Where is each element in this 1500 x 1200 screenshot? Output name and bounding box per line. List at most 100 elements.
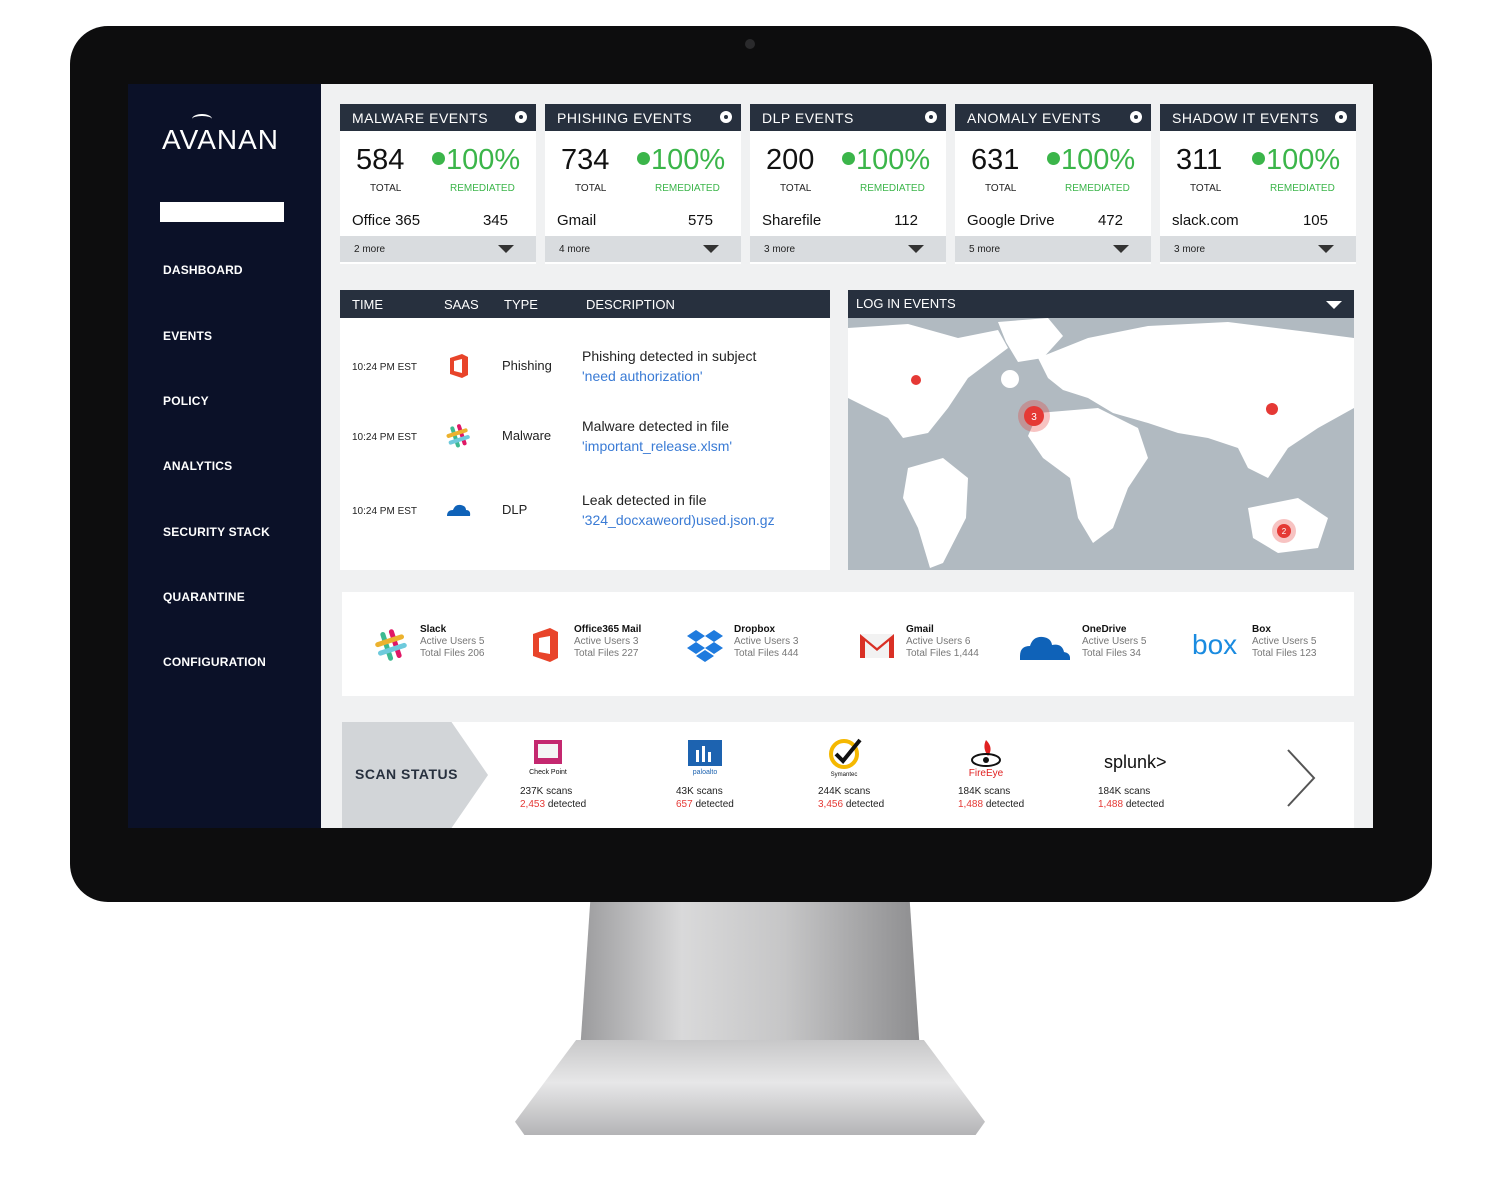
top-app-count: 112 <box>894 212 918 229</box>
world-map[interactable]: 3 2 <box>848 318 1354 570</box>
login-marker[interactable] <box>911 375 921 385</box>
check-icon <box>637 152 650 165</box>
event-time: 10:24 PM EST <box>352 362 418 373</box>
anomaly-events-card: ANOMALY EVENTS 631 TOTAL 100% REMEDIATED… <box>955 104 1151 264</box>
vendor-detected: 657 detected <box>676 799 734 810</box>
gear-icon[interactable] <box>925 111 937 123</box>
remediated-label: REMEDIATED <box>860 183 925 194</box>
login-events-map: LOG IN EVENTS 3 2 <box>848 290 1354 570</box>
vendor-symantec[interactable]: Symantec 244K scans 3,456 detected <box>818 738 938 818</box>
remediated-percent: 100% <box>856 144 931 176</box>
slack-icon <box>375 629 407 661</box>
event-file-link[interactable]: '324_docxaweord)used.json.gz <box>582 512 775 528</box>
gear-icon[interactable] <box>515 111 527 123</box>
more-dropdown[interactable]: 5 more <box>955 236 1151 262</box>
nav-configuration[interactable]: CONFIGURATION <box>163 655 266 669</box>
more-dropdown[interactable]: 4 more <box>545 236 741 262</box>
chevron-down-icon <box>1318 245 1334 253</box>
gear-icon[interactable] <box>1335 111 1347 123</box>
app-total-files: Total Files 34 <box>1082 648 1141 659</box>
app-total-files: Total Files 444 <box>734 648 799 659</box>
nav-policy[interactable]: POLICY <box>163 394 209 408</box>
nav-dashboard[interactable]: DASHBOARD <box>163 263 243 277</box>
remediated-label: REMEDIATED <box>450 183 515 194</box>
camera-dot <box>745 39 755 49</box>
chevron-right-icon[interactable] <box>1280 748 1320 808</box>
vendor-scans: 43K scans <box>676 786 723 797</box>
onedrive-icon <box>447 504 471 516</box>
event-type: DLP <box>502 502 528 517</box>
event-file-link[interactable]: 'need authorization' <box>582 368 703 384</box>
event-file-link[interactable]: 'important_release.xlsm' <box>582 438 732 454</box>
col-time[interactable]: TIME <box>352 297 383 312</box>
vendor-scans: 237K scans <box>520 786 573 797</box>
col-description[interactable]: DESCRIPTION <box>586 297 675 312</box>
event-description: Leak detected in file <box>582 492 707 508</box>
dropbox-icon <box>687 630 723 662</box>
app-slack[interactable]: Slack Active Users 5 Total Files 206 <box>372 622 532 670</box>
app-gmail[interactable]: Gmail Active Users 6 Total Files 1,444 <box>858 622 1018 670</box>
continent-south-america <box>903 458 968 568</box>
more-dropdown[interactable]: 3 more <box>1160 236 1356 262</box>
app-name: Slack <box>420 624 447 635</box>
col-type[interactable]: TYPE <box>504 297 538 312</box>
map-header: LOG IN EVENTS <box>848 290 1354 318</box>
app-total-files: Total Files 1,444 <box>906 648 979 659</box>
app-active-users: Active Users 5 <box>1252 636 1317 647</box>
app-active-users: Active Users 6 <box>906 636 971 647</box>
nav-quarantine[interactable]: QUARANTINE <box>163 590 245 604</box>
more-dropdown[interactable]: 2 more <box>340 236 536 262</box>
col-saas[interactable]: SAAS <box>444 297 479 312</box>
vendor-scans: 184K scans <box>958 786 1011 797</box>
continent-north-america <box>848 324 1008 438</box>
remediated-percent: 100% <box>651 144 726 176</box>
app-active-users: Active Users 3 <box>574 636 639 647</box>
vendor-check-point[interactable]: Check Point 237K scans 2,453 detected <box>520 738 640 818</box>
gear-icon[interactable] <box>1130 111 1142 123</box>
more-label: 2 more <box>354 244 386 255</box>
remediated-percent: 100% <box>446 144 521 176</box>
top-app-count: 472 <box>1097 212 1123 229</box>
chevron-down-icon <box>703 245 719 253</box>
more-label: 5 more <box>969 244 1001 255</box>
login-marker[interactable] <box>1001 370 1019 388</box>
vendor-fireeye[interactable]: FireEye 184K scans 1,488 detected <box>958 738 1078 818</box>
login-marker[interactable] <box>1266 403 1278 415</box>
top-app-name: Sharefile <box>762 212 822 229</box>
app-logo[interactable]: AVANAN <box>162 124 279 156</box>
events-log-header: TIME SAAS TYPE DESCRIPTION <box>340 290 830 318</box>
app-dropbox[interactable]: Dropbox Active Users 3 Total Files 444 <box>686 622 846 670</box>
check-icon <box>432 152 445 165</box>
vendor-paloalto[interactable]: paloalto 43K scans 657 detected <box>676 738 796 818</box>
log-row[interactable]: 10:24 PM EST Malware Malware detected in… <box>340 412 830 472</box>
event-description: Phishing detected in subject <box>582 348 757 364</box>
chevron-down-icon <box>1113 245 1129 253</box>
vendor-splunk[interactable]: splunk> 184K scans 1,488 detected <box>1098 738 1218 818</box>
app-office365-mail[interactable]: Office365 Mail Active Users 3 Total File… <box>526 622 686 670</box>
nav-analytics[interactable]: ANALYTICS <box>163 459 232 473</box>
log-row[interactable]: 10:24 PM EST DLP Leak detected in file '… <box>340 486 830 546</box>
remediated-percent: 100% <box>1266 144 1341 176</box>
event-type: Phishing <box>502 358 552 373</box>
chevron-down-icon <box>908 245 924 253</box>
monitor-stand-neck <box>580 902 920 1052</box>
nav-events[interactable]: EVENTS <box>163 329 212 343</box>
check-icon <box>1252 152 1265 165</box>
vendor-detected: 3,456 detected <box>818 799 885 810</box>
card-header: SHADOW IT EVENTS <box>1160 104 1356 131</box>
nav-security-stack[interactable]: SECURITY STACK <box>163 525 270 539</box>
vendor-scans: 184K scans <box>1098 786 1151 797</box>
card-header: DLP EVENTS <box>750 104 946 131</box>
dlp-events-card: DLP EVENTS 200 TOTAL 100% REMEDIATED Sha… <box>750 104 946 264</box>
chevron-down-icon[interactable] <box>1326 301 1342 309</box>
events-log-panel: TIME SAAS TYPE DESCRIPTION 10:24 PM EST … <box>340 290 830 570</box>
top-app-count: 575 <box>687 212 713 229</box>
remediated-label: REMEDIATED <box>655 183 720 194</box>
search-input[interactable] <box>160 202 284 222</box>
app-box[interactable]: box Box Active Users 5 Total Files 123 <box>1192 622 1352 670</box>
more-dropdown[interactable]: 3 more <box>750 236 946 262</box>
app-onedrive[interactable]: OneDrive Active Users 5 Total Files 34 <box>1018 622 1178 670</box>
splunk-logo-icon: splunk> <box>1104 752 1167 772</box>
gear-icon[interactable] <box>720 111 732 123</box>
log-row[interactable]: 10:24 PM EST Phishing Phishing detected … <box>340 342 830 402</box>
